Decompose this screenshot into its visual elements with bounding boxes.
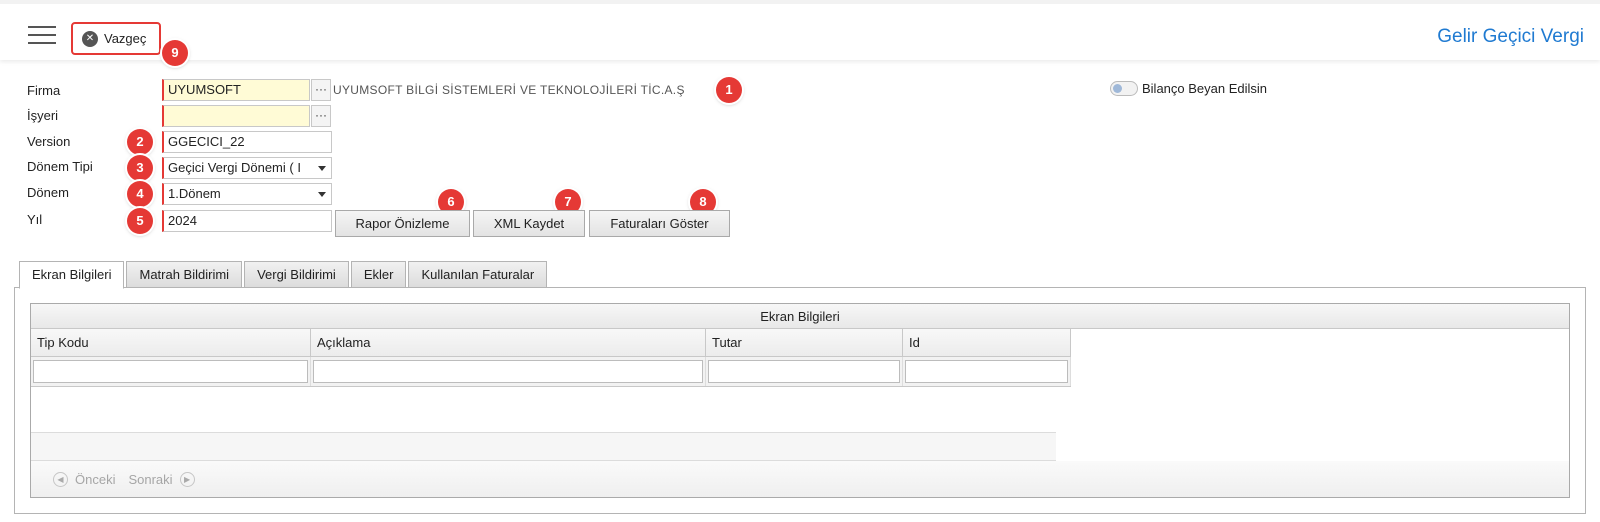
yil-input[interactable]: 2024 [162,210,332,232]
bilanco-toggle-label: Bilanço Beyan Edilsin [1142,81,1268,96]
top-bar: ✕ Vazgeç Gelir Geçici Vergi [0,0,1600,60]
filter-tutar-input[interactable] [708,360,900,383]
isyeri-input[interactable] [162,105,310,127]
column-header-aciklama[interactable]: Açıklama [311,329,706,357]
cancel-label: Vazgeç [104,31,147,46]
donem-select[interactable]: 1.Dönem [162,183,332,205]
chevron-left-icon[interactable]: ◀ [53,471,68,487]
ekran-bilgileri-grid: Ekran Bilgileri Tip Kodu Açıklama Tutar … [30,303,1570,498]
donem-tipi-label: Dönem Tipi [27,159,93,174]
isyeri-label: İşyeri [27,108,59,123]
tab-ekler[interactable]: Ekler [350,261,407,288]
close-icon: ✕ [82,30,98,47]
firma-label: Firma [27,83,61,98]
cancel-button[interactable]: ✕ Vazgeç [71,22,161,55]
step-badge-5: 5 [127,208,153,234]
step-badge-3: 3 [127,155,153,181]
grid-body [31,387,1056,433]
donem-tipi-select[interactable]: Geçici Vergi Dönemi ( I [162,157,332,179]
rapor-onizleme-button[interactable]: Rapor Önizleme [335,210,470,237]
step-badge-4: 4 [127,181,153,207]
tab-matrah-bildirimi[interactable]: Matrah Bildirimi [126,261,243,288]
version-label: Version [27,134,71,149]
faturalari-goster-button[interactable]: Faturaları Göster [589,210,730,237]
column-header-id[interactable]: Id [903,329,1071,357]
toggle-knob [1113,84,1122,93]
bilanco-toggle-wrap: Bilanço Beyan Edilsin [1110,81,1267,96]
donem-value: 1.Dönem [168,186,221,201]
isyeri-lookup-button[interactable]: ··· [311,105,331,127]
column-header-tip-kodu[interactable]: Tip Kodu [31,329,311,357]
grid-footer-row [31,433,1056,461]
grid-caption: Ekran Bilgileri [31,304,1569,329]
page-title: Gelir Geçici Vergi [1437,26,1584,47]
hamburger-menu-icon[interactable] [28,26,56,46]
tab-bar: Ekran Bilgileri Matrah Bildirimi Vergi B… [19,261,549,289]
firma-lookup-button[interactable]: ··· [311,79,331,101]
chevron-down-icon [318,192,326,197]
grid-header-row: Tip Kodu Açıklama Tutar Id [31,329,1071,357]
filter-id-input[interactable] [905,360,1068,383]
tab-vergi-bildirimi[interactable]: Vergi Bildirimi [244,261,349,288]
firma-input[interactable]: UYUMSOFT [162,79,310,101]
donem-label: Dönem [27,185,69,200]
step-badge-2: 2 [127,129,153,155]
tab-kullanilan-faturalar[interactable]: Kullanılan Faturalar [408,261,548,288]
xml-kaydet-button[interactable]: XML Kaydet [473,210,585,237]
firma-description: UYUMSOFT BİLGİ SİSTEMLERİ VE TEKNOLOJİLE… [333,83,685,97]
yil-label: Yıl [27,212,43,227]
filter-aciklama-input[interactable] [313,360,703,383]
tab-ekran-bilgileri[interactable]: Ekran Bilgileri [19,261,125,289]
chevron-down-icon [318,166,326,171]
column-header-tutar[interactable]: Tutar [706,329,903,357]
step-badge-1: 1 [716,77,742,103]
grid-filter-row [31,357,1071,387]
chevron-right-icon[interactable]: ▶ [179,471,195,487]
prev-page-button[interactable]: Önceki [75,472,115,487]
version-input[interactable]: GGECICI_22 [162,131,332,153]
donem-tipi-value: Geçici Vergi Dönemi ( I [168,160,301,175]
filter-tip-kodu-input[interactable] [33,360,308,383]
next-page-button[interactable]: Sonraki [128,472,172,487]
step-badge-9: 9 [162,40,188,66]
grid-pager: ◀ Önceki Sonraki ▶ [31,461,1569,497]
bilanco-toggle[interactable] [1110,81,1138,96]
